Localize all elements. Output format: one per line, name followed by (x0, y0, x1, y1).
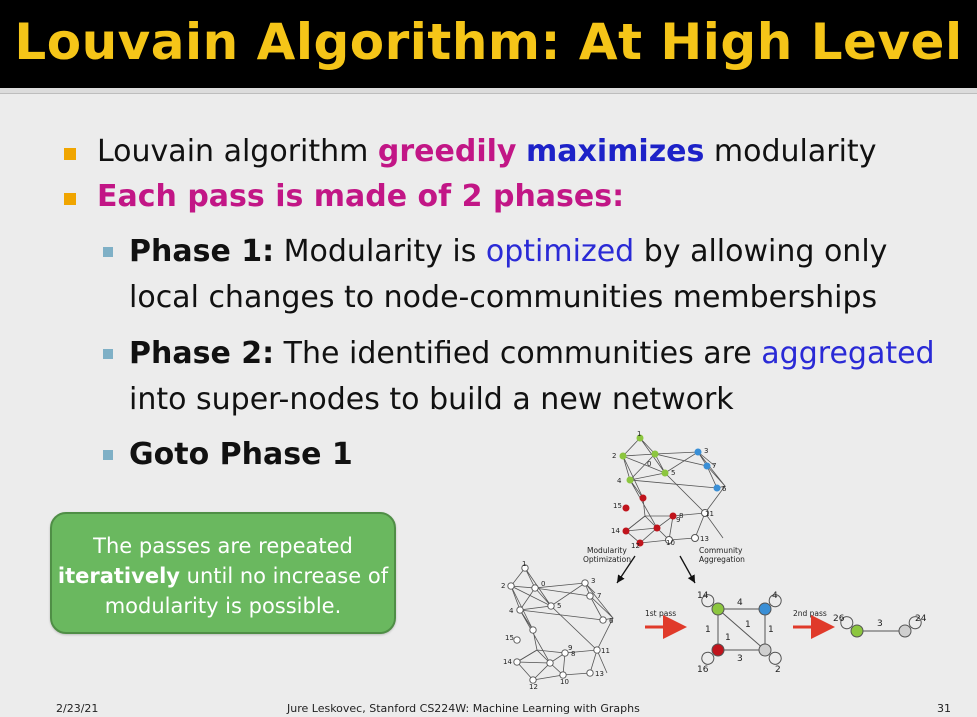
svg-text:1: 1 (768, 625, 774, 635)
svg-text:4: 4 (772, 591, 778, 601)
title-bar: Louvain Algorithm: At High Level (0, 0, 977, 88)
svg-text:4: 4 (509, 607, 514, 615)
phase1-text-a: Modularity is (274, 234, 486, 269)
bullet1-greedily: greedily (377, 134, 517, 169)
sub-bullet-marker (103, 247, 113, 257)
phase1-label: Phase 1: (129, 234, 275, 269)
bullet1-text-b: modularity (704, 134, 877, 169)
svg-text:14: 14 (503, 658, 512, 666)
callout-line1: The passes are repeated (93, 534, 353, 558)
svg-text:11: 11 (705, 510, 714, 518)
svg-text:3: 3 (737, 654, 743, 664)
svg-text:1: 1 (522, 560, 526, 568)
callout-line2: until no increase of (179, 564, 389, 588)
bullet-louvain: Louvain algorithm greedily maximizes mod… (97, 134, 876, 170)
first-pass-label: 1st pass (645, 609, 676, 618)
title-divider (0, 88, 977, 94)
phase1-text-b: by allowing only (634, 234, 888, 269)
svg-text:5: 5 (671, 469, 675, 477)
svg-text:12: 12 (529, 683, 538, 690)
svg-text:13: 13 (595, 670, 604, 678)
svg-text:15: 15 (505, 634, 514, 642)
footer-credit: Jure Leskovec, Stanford CS224W: Machine … (287, 702, 640, 715)
bullet-marker (64, 148, 76, 160)
svg-text:3: 3 (591, 577, 595, 585)
left-graph-labels: 123 456 789 101115 121314 0 (501, 560, 614, 690)
sub-bullet-marker (103, 349, 113, 359)
goto-phase1: Goto Phase 1 (129, 437, 353, 472)
svg-text:14: 14 (697, 591, 709, 601)
svg-text:9: 9 (568, 644, 572, 652)
svg-text:4: 4 (617, 477, 622, 485)
svg-text:10: 10 (666, 539, 675, 547)
svg-text:6: 6 (609, 617, 614, 625)
top-graph-edges (622, 437, 726, 544)
phase1-optimized: optimized (485, 234, 635, 269)
svg-text:2: 2 (501, 582, 505, 590)
phase2-line2: into super-nodes to build a new network (129, 382, 734, 417)
phase2-aggregated: aggregated (761, 336, 935, 371)
phase2-text-a: The identified communities are (274, 336, 762, 371)
phase2-label: Phase 2: (129, 336, 275, 371)
footer-page-number: 31 (937, 702, 951, 715)
arrow-aggregation (679, 555, 696, 584)
svg-text:1: 1 (745, 620, 751, 630)
modularity-optimization-label: Modularity (587, 546, 627, 555)
svg-text:9: 9 (676, 516, 680, 524)
bullet-marker (64, 193, 76, 205)
callout-line3: modularity is possible. (104, 594, 342, 618)
left-graph-edges (510, 567, 614, 681)
second-pass-label: 2nd pass (793, 609, 827, 618)
svg-text:2: 2 (612, 452, 616, 460)
svg-text:15: 15 (613, 502, 622, 510)
footer-date: 2/23/21 (56, 702, 99, 715)
svg-text:1: 1 (705, 625, 711, 635)
svg-text:0: 0 (647, 460, 651, 468)
modularity-optimization-label-2: Optimization (583, 555, 631, 564)
svg-text:7: 7 (597, 592, 601, 600)
svg-text:11: 11 (601, 647, 610, 655)
svg-text:6: 6 (722, 485, 727, 493)
callout-iteratively: iteratively (57, 564, 180, 588)
svg-text:1: 1 (725, 633, 731, 643)
phase2-item: Phase 2: The identified communities are … (129, 331, 935, 423)
sub-bullet-marker (103, 450, 113, 460)
svg-text:5: 5 (557, 602, 561, 610)
svg-text:2: 2 (775, 665, 781, 675)
svg-text:3: 3 (704, 447, 708, 455)
svg-text:1: 1 (637, 430, 641, 438)
bullet-each-pass: Each pass is made of 2 phases: (97, 179, 625, 214)
bullet1-text-a: Louvain algorithm (97, 134, 378, 169)
svg-text:0: 0 (541, 580, 545, 588)
final-node-24: 24 (915, 614, 927, 624)
svg-text:13: 13 (700, 535, 709, 543)
bullet1-maximizes: maximizes (526, 134, 705, 169)
svg-text:7: 7 (712, 462, 716, 470)
phase1-item: Phase 1: Modularity is optimized by allo… (129, 229, 887, 321)
community-aggregation-label: Community (699, 546, 743, 555)
louvain-figure: 123 456 789 101115 121314 0 Modularity O… (501, 430, 927, 690)
final-node-26: 26 (833, 614, 845, 624)
final-edge-label: 3 (877, 619, 883, 629)
slide-title: Louvain Algorithm: At High Level (14, 13, 963, 71)
svg-text:12: 12 (631, 542, 640, 550)
svg-text:16: 16 (697, 665, 709, 675)
community-aggregation-label-2: Aggregation (699, 555, 745, 564)
svg-text:10: 10 (560, 678, 569, 686)
svg-text:14: 14 (611, 527, 620, 535)
callout-box: The passes are repeated iteratively unti… (50, 512, 396, 634)
svg-text:4: 4 (737, 598, 743, 608)
phase1-line2: local changes to node-communities member… (129, 280, 878, 315)
